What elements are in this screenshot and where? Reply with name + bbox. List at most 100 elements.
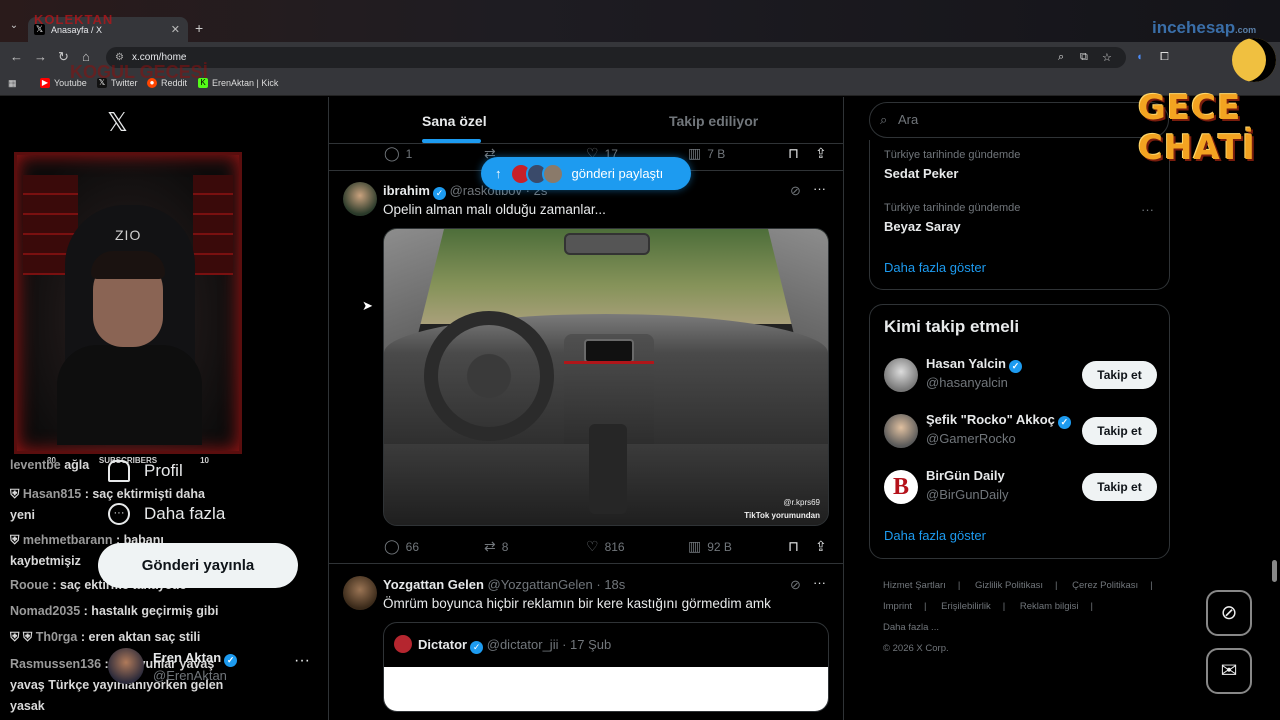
scrollbar-thumb[interactable] [1272,560,1277,582]
suggestion-row[interactable]: B BirGün Daily @BirGunDaily Takip et [884,468,1159,508]
bookmark-kick[interactable]: K ErenAktan | Kick [198,78,278,88]
avatar [108,648,144,684]
follow-button[interactable]: Takip et [1082,361,1157,389]
messages-fab-icon[interactable]: ✉ [1206,648,1252,694]
footer-link[interactable]: Hizmet Şartları [883,580,946,591]
author-name[interactable]: ibrahim [383,183,430,198]
tab-following[interactable]: Takip ediliyor [669,113,758,129]
bookmark-action[interactable]: ⊓ [788,538,799,555]
quoted-post[interactable]: Dictator ✓ @dictator_jii · 17 Şub [383,622,829,712]
follow-button[interactable]: Takip et [1082,417,1157,445]
zoom-icon[interactable]: ⌕ [1058,51,1064,64]
post-more-icon[interactable]: ··· [813,575,826,590]
nav-more[interactable]: ··· Daha fazla [108,503,225,525]
views-action[interactable]: ▥ 7 B [688,145,725,162]
chat-user: mehmetbarann [22,533,113,547]
who-to-follow-title: Kimi takip etmeli [884,317,1020,336]
views-icon: ▥ [688,145,702,161]
views-icon: ▥ [688,538,702,554]
forward-icon[interactable]: → [34,49,47,64]
suggestion-name: Hasan Yalcin [926,356,1006,371]
search-input[interactable]: ⌕ Ara [869,102,1169,138]
post-button[interactable]: Gönderi yayınla [98,543,298,588]
footer-more-link[interactable]: Daha fazla ... [883,622,939,633]
install-icon[interactable]: ⧉ [1080,51,1088,64]
grok-icon[interactable]: ⊘ [790,183,801,199]
post-time[interactable]: · 18s [596,577,625,592]
browser-tab-strip: ⌄ 𝕏 Anasayfa / X ✕ + [0,0,1280,42]
extensions-icon[interactable]: ⧠ [1160,51,1169,64]
post-more-icon[interactable]: ··· [813,181,826,196]
repost-action[interactable]: ⇄ 8 [484,538,508,555]
chat-user: Th0rga [35,630,78,644]
footer-separator: | [924,601,927,612]
share-action[interactable]: ⇪ [815,145,827,162]
bookmark-action[interactable]: ⊓ [788,145,799,162]
chat-text: : hastalık geçirmiş gibi [83,604,219,618]
url-field[interactable]: ⚙ x.com/home [106,47,1126,68]
streamer-body [57,345,202,445]
bookmark-star-icon[interactable]: ☆ [1102,51,1112,64]
new-tab-icon[interactable]: + [195,20,203,36]
footer-link[interactable]: Imprint [883,601,912,612]
extension-audio-icon[interactable]: ◖ [1136,51,1143,63]
grok-icon[interactable]: ⊘ [790,577,801,593]
arrow-up-icon: ↑ [495,166,502,181]
share-action[interactable]: ⇪ [815,538,827,555]
tab-search-icon[interactable]: ⌄ [6,20,22,36]
avatar[interactable] [343,576,377,610]
footer-separator: | [1150,580,1153,591]
footer-link[interactable]: Gizlilik Politikası [975,580,1043,591]
avatar[interactable] [343,182,377,216]
back-icon[interactable]: ← [10,49,23,64]
footer-link[interactable]: Reklam bilgisi [1020,601,1079,612]
footer-link[interactable]: Çerez Politikası [1072,580,1138,591]
trend-name[interactable]: Beyaz Saray [884,219,961,234]
author-handle[interactable]: @YozgattanGelen [488,577,593,592]
avatar[interactable] [884,414,918,448]
grok-fab-icon[interactable]: ⊘ [1206,590,1252,636]
rearview-mirror [564,233,650,255]
avatar [541,162,564,185]
birgun-logo-icon[interactable]: B [884,470,918,504]
suggestion-row[interactable]: Hasan Yalcin ✓ @hasanyalcin Takip et [884,356,1159,396]
view-count: 7 B [707,146,726,161]
author-name[interactable]: Yozgattan Gelen [383,577,484,592]
like-action[interactable]: ♡ 816 [586,538,625,555]
verified-badge-icon: ✓ [224,654,238,667]
trend-name[interactable]: Sedat Peker [884,166,958,181]
apps-icon[interactable]: ▦ [8,78,17,89]
avatar[interactable] [884,358,918,392]
views-action[interactable]: ▥ 92 B [688,538,732,555]
nav-profile[interactable]: Profil [108,460,183,482]
show-more-link[interactable]: Daha fazla göster [884,260,986,275]
chat-user: Nomad2035 [10,604,81,618]
watermark-text: incehesap [1152,18,1236,37]
reply-action[interactable]: ◯ 66 [384,538,419,555]
account-switcher[interactable]: Eren Aktan ✓ @ErenAktan ··· [108,646,318,690]
trend-more-icon[interactable]: ··· [1141,202,1154,217]
show-more-link[interactable]: Daha fazla göster [884,528,986,543]
share-icon: ⇪ [815,538,827,554]
search-icon: ⌕ [880,112,888,127]
x-logo-icon[interactable]: 𝕏 [107,108,128,138]
reply-action[interactable]: ◯ 1 [384,145,412,162]
suggestion-name: Şefik "Rocko" Akkoç [926,412,1055,427]
copyright: © 2026 X Corp. [883,643,949,654]
reply-count: 66 [405,539,420,554]
verified-badge-icon: ✓ [470,641,484,654]
suggestion-row[interactable]: Şefik "Rocko" Akkoç ✓ @GamerRocko Takip e… [884,412,1159,452]
close-tab-icon[interactable]: ✕ [171,23,180,36]
post-media-image[interactable]: @r.kprs69 TikTok yorumundan [383,228,829,526]
tab-for-you[interactable]: Sana özel [422,113,487,129]
account-name-row: Eren Aktan ✓ [153,650,238,667]
new-posts-pill[interactable]: ↑ gönderi paylaştı [481,157,691,190]
profile-icon [108,460,130,482]
follow-button[interactable]: Takip et [1082,473,1157,501]
footer-link[interactable]: Erişilebilirlik [941,601,991,612]
chat-text: : eren aktan saç stili [80,630,201,644]
search-placeholder: Ara [898,112,919,127]
account-more-icon[interactable]: ··· [294,652,310,670]
reload-icon[interactable]: ↻ [58,49,69,65]
suggestion-name: BirGün Daily [926,468,1005,483]
